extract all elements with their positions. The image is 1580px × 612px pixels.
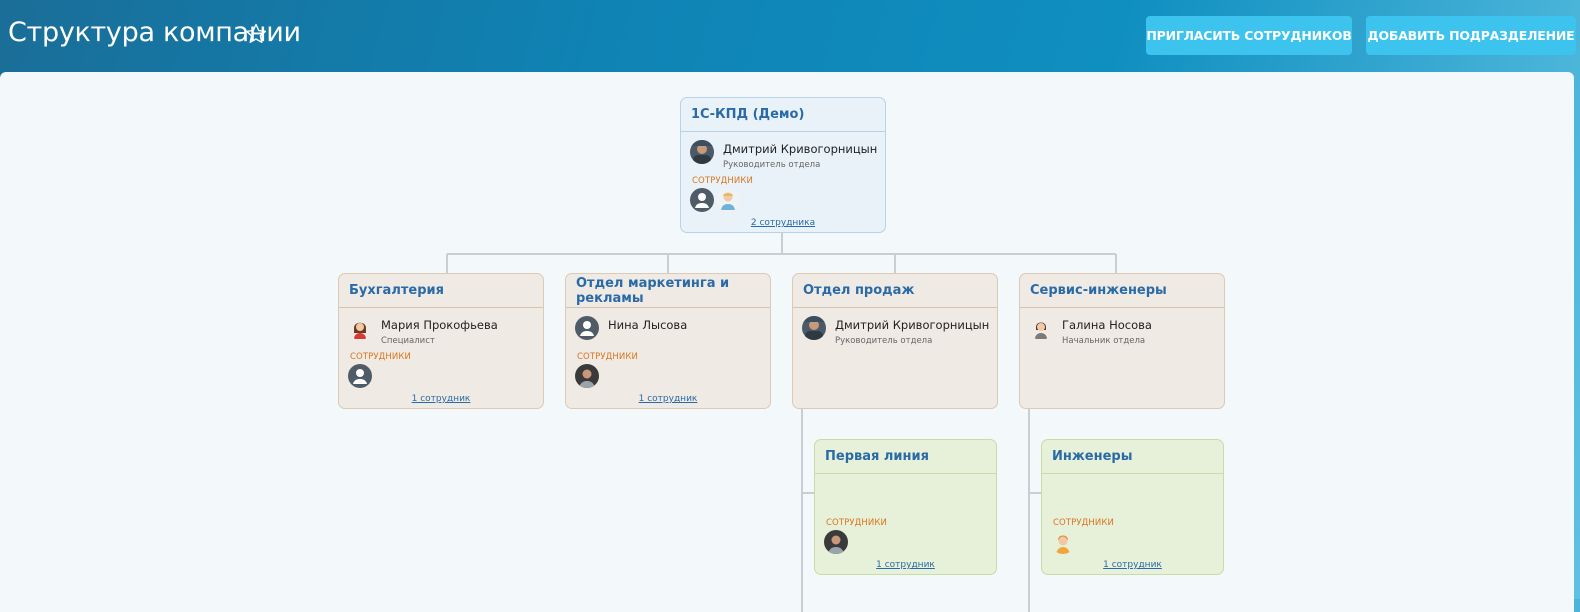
employees-label: СОТРУДНИКИ [826,518,887,528]
employees-label: СОТРУДНИКИ [350,352,411,362]
female-user-icon [354,322,366,339]
head-role: Начальник отдела [1062,336,1146,346]
department-title[interactable]: Первая линия [815,440,996,474]
user-photo-icon[interactable] [824,530,848,554]
department-title[interactable]: Инженеры [1042,440,1223,474]
avatar [690,140,714,164]
user-photo-icon[interactable] [575,364,599,388]
default-user-icon[interactable] [348,364,372,388]
department-title[interactable]: Бухгалтерия [339,274,543,308]
employees-label: СОТРУДНИКИ [577,352,638,362]
employees-count-link[interactable]: 1 сотрудник [566,394,770,404]
org-chart-canvas: 1С-КПД (Демо) Дмитрий Кривогорницын Руко… [0,72,1574,612]
department-title[interactable]: Сервис-инженеры [1020,274,1224,308]
department-card-first-line[interactable]: Первая линия СОТРУДНИКИ 1 сотрудник [814,439,997,575]
default-user-icon [575,316,599,340]
employees-count-link[interactable]: 1 сотрудник [815,560,996,570]
department-card-engineers[interactable]: Инженеры СОТРУДНИКИ 1 сотрудник [1041,439,1224,575]
department-title[interactable]: Отдел маркетинга и рекламы [566,274,770,308]
avatar [1029,316,1053,340]
employees-count-link[interactable]: 1 сотрудник [339,394,543,404]
default-user-icon[interactable] [690,188,714,212]
department-title[interactable]: 1С-КПД (Демо) [681,98,885,132]
head-name[interactable]: Нина Лысова [608,318,687,332]
department-card-root[interactable]: 1С-КПД (Демо) Дмитрий Кривогорницын Руко… [680,97,886,233]
head-role: Специалист [381,336,435,346]
department-card-service-engineers[interactable]: Сервис-инженеры Галина Носова Начальник … [1019,273,1225,409]
employee-avatar-icon[interactable] [716,188,740,212]
department-card-marketing[interactable]: Отдел маркетинга и рекламы Нина Лысова С… [565,273,771,409]
favorite-star-icon[interactable] [244,22,268,46]
add-department-button[interactable]: ДОБАВИТЬ ПОДРАЗДЕЛЕНИЕ [1366,16,1576,55]
head-name[interactable]: Мария Прокофьева [381,318,498,332]
avatar [802,316,826,340]
avatar [348,316,372,340]
user-photo-icon [690,140,714,164]
employees-count-link[interactable]: 1 сотрудник [1042,560,1223,570]
header-bar: Структура компании ПРИГЛАСИТЬ СОТРУДНИКО… [0,0,1580,72]
department-card-accounting[interactable]: Бухгалтерия Мария Прокофьева Специалист … [338,273,544,409]
head-name[interactable]: Дмитрий Кривогорницын [723,142,877,156]
female-user-icon [1035,322,1047,339]
head-name[interactable]: Галина Носова [1062,318,1152,332]
employees-label: СОТРУДНИКИ [1053,518,1114,528]
employee-avatar-icon[interactable] [1051,530,1075,554]
invite-employees-button[interactable]: ПРИГЛАСИТЬ СОТРУДНИКОВ [1146,16,1352,55]
head-role: Руководитель отдела [723,160,821,170]
employees-label: СОТРУДНИКИ [692,176,753,186]
department-card-sales[interactable]: Отдел продаж Дмитрий Кривогорницын Руков… [792,273,998,409]
employees-count-link[interactable]: 2 сотрудника [681,218,885,228]
head-role: Руководитель отдела [835,336,933,346]
head-name[interactable]: Дмитрий Кривогорницын [835,318,989,332]
department-title[interactable]: Отдел продаж [793,274,997,308]
user-photo-icon [802,316,826,340]
